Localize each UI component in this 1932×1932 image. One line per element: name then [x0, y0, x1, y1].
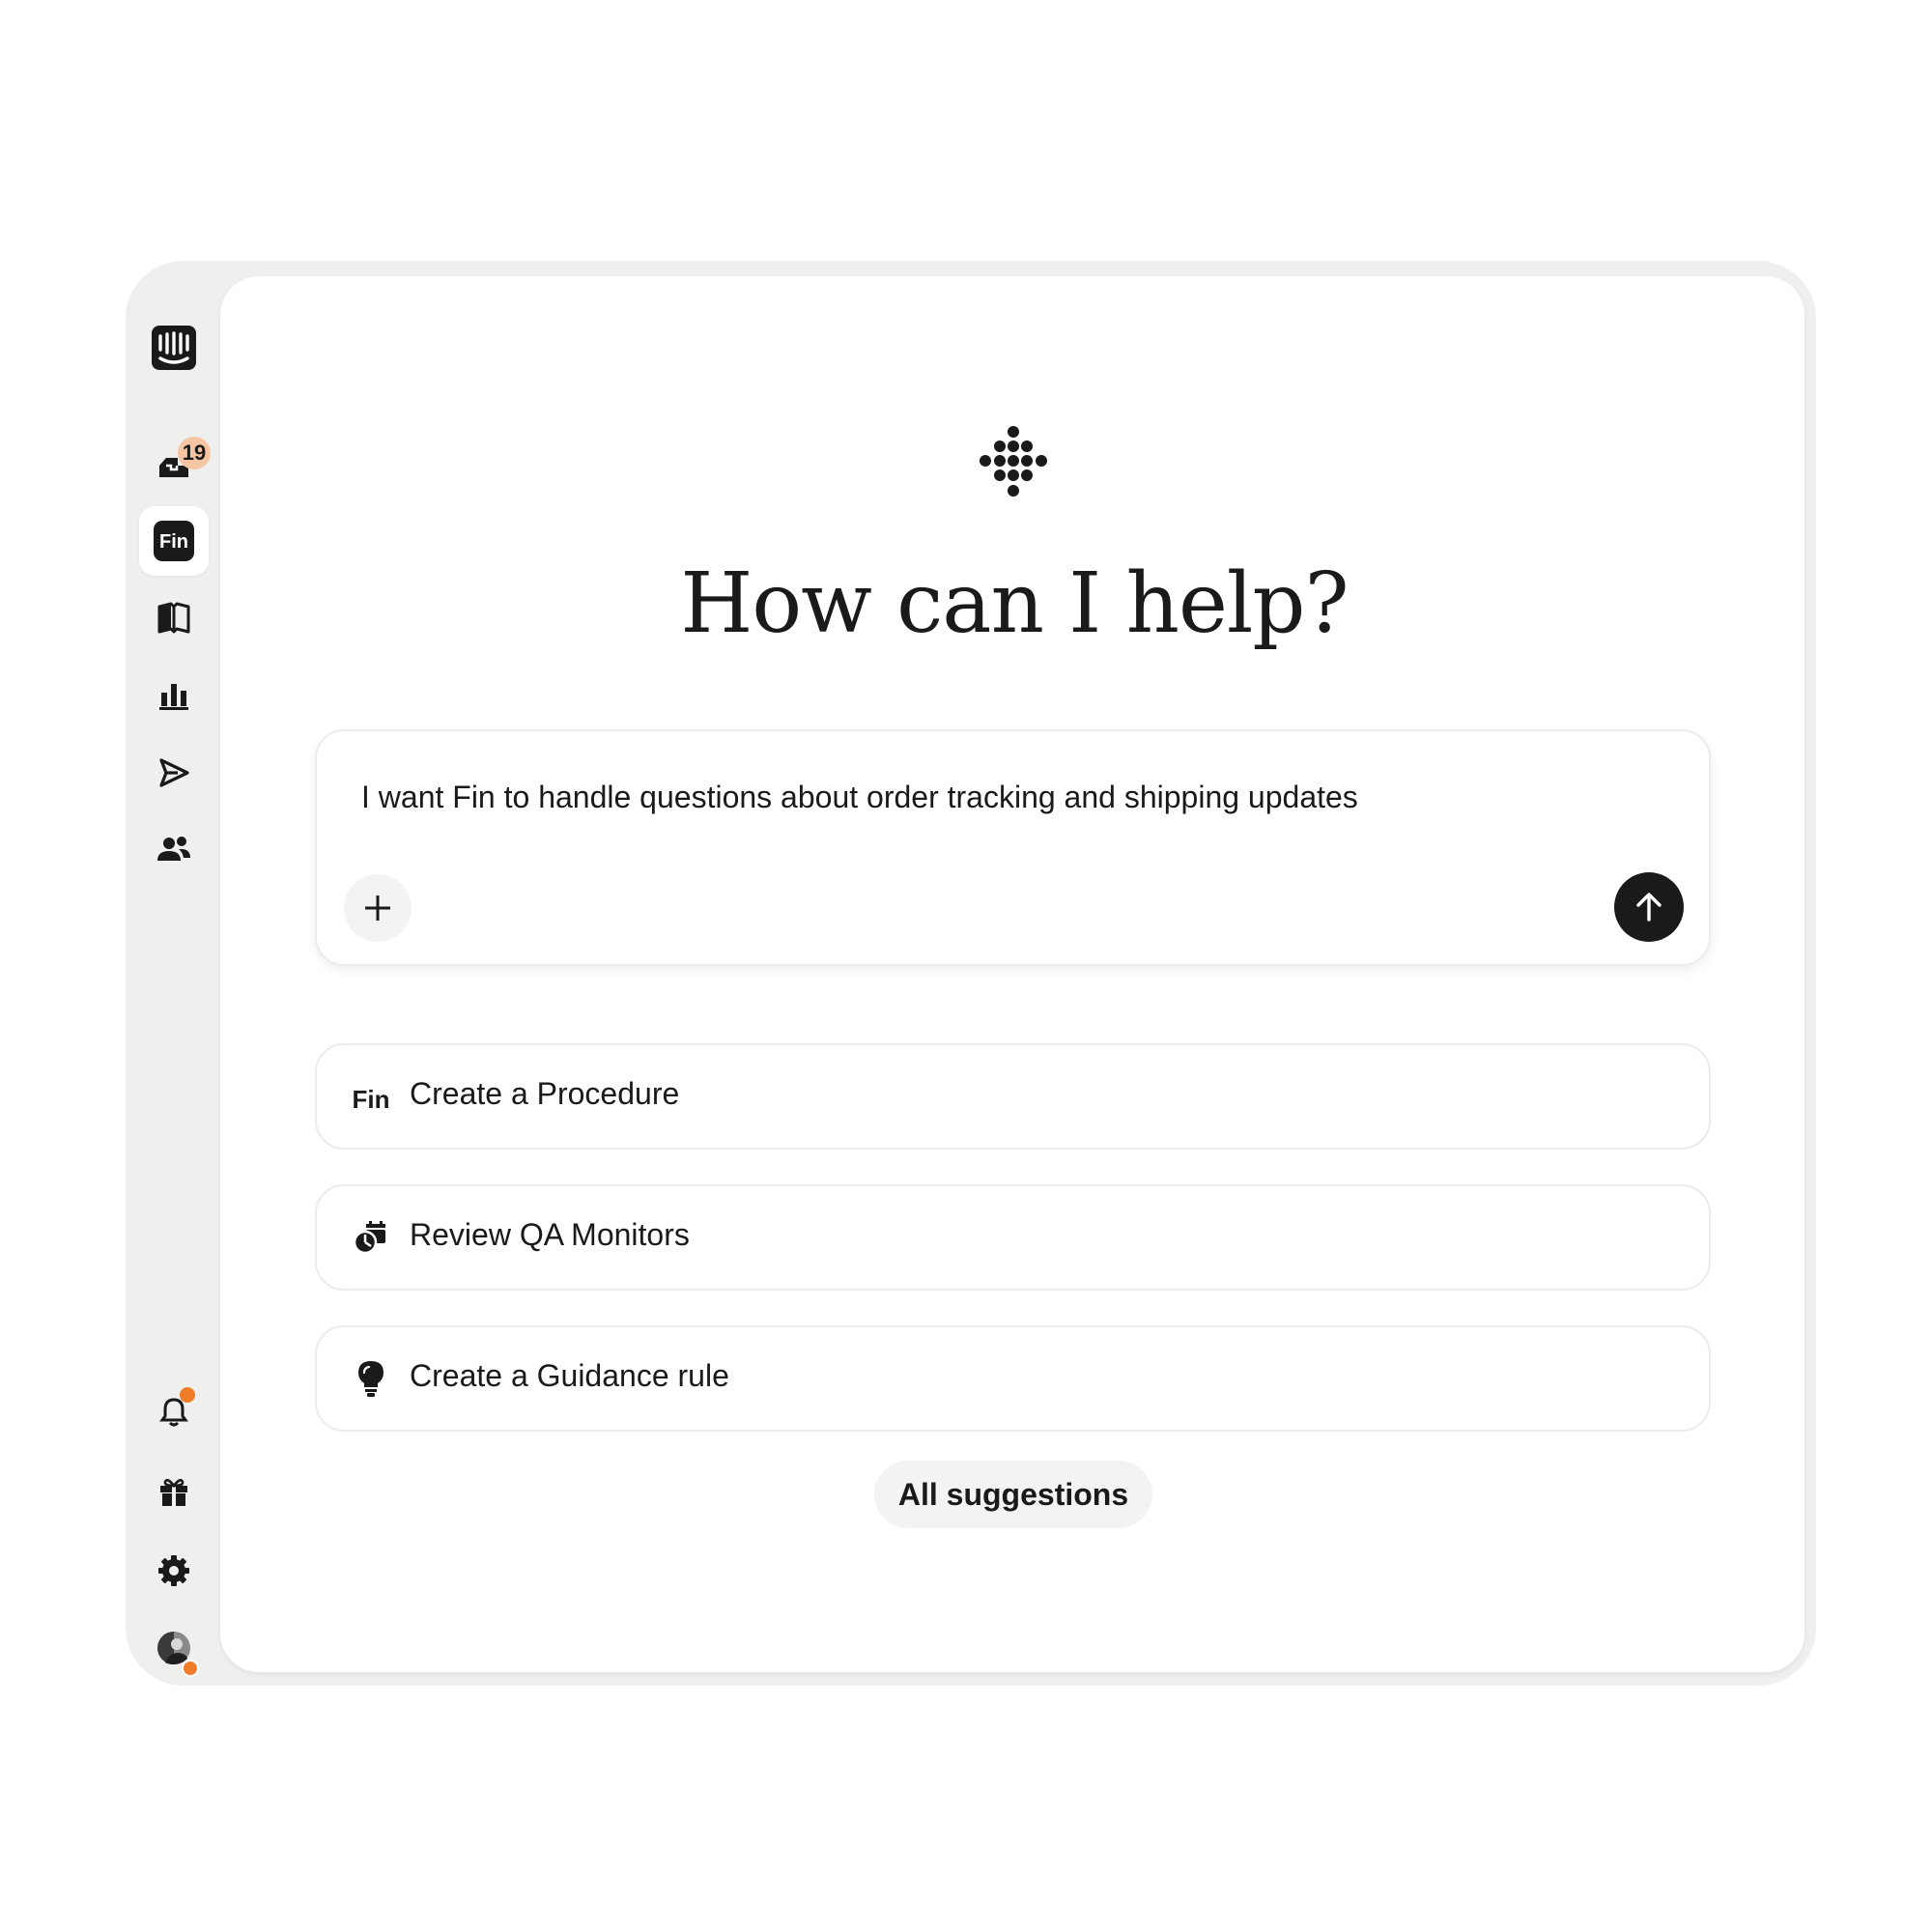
fin-icon-label: Fin	[159, 531, 188, 553]
fin-dots-logo-icon	[980, 426, 1047, 497]
sidebar: 19 Fin	[126, 261, 222, 1686]
contacts-people-icon	[157, 837, 190, 861]
inbox-count-badge: 19	[178, 437, 211, 469]
plus-icon	[365, 895, 390, 921]
add-attachment-button[interactable]	[344, 874, 412, 942]
knowledge-book-icon	[157, 602, 190, 634]
settings-gear-icon	[158, 1555, 189, 1586]
intercom-logo-icon	[152, 326, 196, 370]
outbound-send-icon	[159, 758, 189, 787]
fin-text-icon-label: Fin	[352, 1085, 390, 1114]
send-button[interactable]	[1614, 872, 1684, 942]
gift-icon	[160, 1478, 187, 1506]
suggestion-create-procedure[interactable]: Fin Create a Procedure	[315, 1043, 1711, 1150]
reports-chart-icon	[159, 684, 188, 710]
arrow-up-icon	[1636, 893, 1662, 922]
sidebar-item-knowledge[interactable]	[139, 583, 209, 653]
prompt-composer[interactable]: I want Fin to handle questions about ord…	[315, 729, 1711, 966]
sidebar-item-inbox[interactable]: 19	[139, 429, 211, 498]
page-title: How can I help?	[680, 555, 1349, 652]
notification-dot	[180, 1387, 195, 1403]
sidebar-item-contacts[interactable]	[139, 815, 209, 885]
status-dot	[182, 1660, 199, 1677]
suggestion-create-guidance-rule[interactable]: Create a Guidance rule	[315, 1325, 1711, 1432]
fin-text-icon: Fin	[352, 1077, 390, 1116]
sidebar-item-reports[interactable]	[139, 661, 209, 730]
sidebar-item-fin[interactable]: Fin	[139, 506, 209, 576]
fin-icon: Fin	[154, 521, 194, 561]
prompt-input[interactable]: I want Fin to handle questions about ord…	[361, 780, 1358, 815]
intercom-logo-button[interactable]	[139, 313, 209, 383]
all-suggestions-button[interactable]: All suggestions	[874, 1461, 1152, 1528]
sidebar-item-profile[interactable]	[139, 1613, 209, 1683]
suggestion-label: Create a Procedure	[410, 1076, 680, 1111]
qa-monitor-icon	[352, 1218, 390, 1257]
sidebar-item-gift[interactable]	[139, 1457, 209, 1526]
sidebar-item-notifications[interactable]	[139, 1378, 209, 1447]
lightbulb-icon	[352, 1359, 390, 1398]
sidebar-item-settings[interactable]	[139, 1536, 209, 1605]
suggestion-review-qa-monitors[interactable]: Review QA Monitors	[315, 1184, 1711, 1291]
suggestion-label: Create a Guidance rule	[410, 1358, 729, 1393]
suggestion-label: Review QA Monitors	[410, 1217, 690, 1252]
sidebar-item-outbound[interactable]	[139, 738, 209, 808]
